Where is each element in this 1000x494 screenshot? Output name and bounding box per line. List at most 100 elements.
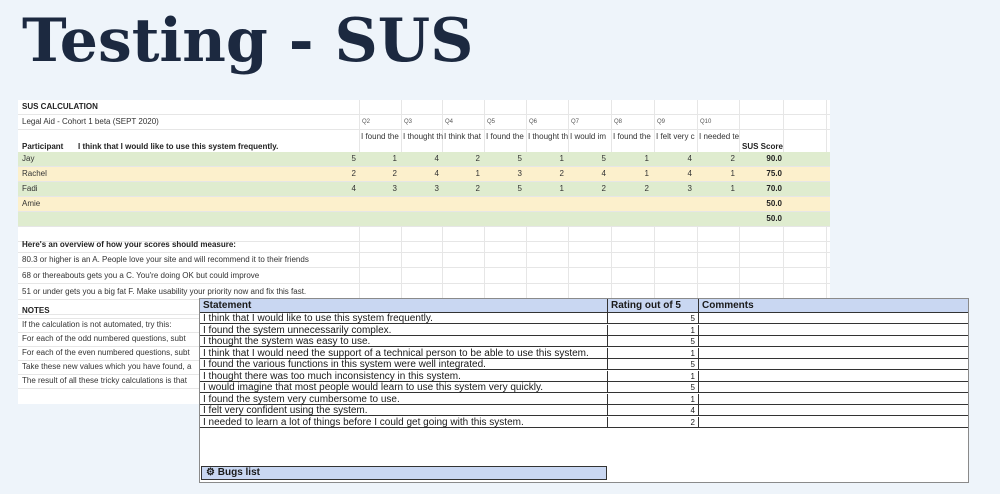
rating-cell[interactable]: 5 bbox=[608, 313, 699, 324]
rating-cell[interactable]: 1 bbox=[526, 152, 564, 166]
sus-score[interactable]: 50.0 bbox=[742, 212, 782, 226]
comments-cell[interactable] bbox=[699, 394, 968, 405]
rating-cell[interactable]: 4 bbox=[654, 167, 692, 181]
rating-cell[interactable]: 5 bbox=[608, 382, 699, 393]
rating-cell[interactable]: 1 bbox=[611, 167, 649, 181]
rating-cell[interactable]: 2 bbox=[442, 152, 480, 166]
rating-cell[interactable] bbox=[484, 197, 522, 211]
rating-header[interactable]: Rating out of 5 bbox=[608, 299, 699, 313]
rating-cell[interactable] bbox=[654, 212, 692, 226]
rating-cell[interactable]: 1 bbox=[697, 182, 735, 196]
rating-cell[interactable]: 5 bbox=[608, 359, 699, 370]
rating-cell[interactable] bbox=[568, 197, 606, 211]
question-code[interactable]: Q5 bbox=[487, 115, 527, 129]
rating-cell[interactable]: 4 bbox=[654, 152, 692, 166]
notes-line[interactable]: The result of all these tricky calculati… bbox=[22, 374, 192, 388]
rating-cell[interactable]: 2 bbox=[608, 416, 699, 428]
question-code[interactable]: Q8 bbox=[614, 115, 654, 129]
participant-name[interactable] bbox=[22, 212, 82, 226]
rating-cell[interactable]: 3 bbox=[654, 182, 692, 196]
rating-cell[interactable] bbox=[526, 212, 564, 226]
statement-cell[interactable]: I would imagine that most people would l… bbox=[200, 382, 608, 393]
rating-cell[interactable] bbox=[318, 212, 356, 226]
rating-cell[interactable]: 4 bbox=[568, 167, 606, 181]
rating-cell[interactable]: 2 bbox=[568, 182, 606, 196]
overview-line[interactable]: 68 or thereabouts gets you a C. You're d… bbox=[22, 269, 522, 283]
bugs-list-header[interactable]: ⚙ Bugs list bbox=[201, 466, 607, 480]
comments-cell[interactable] bbox=[699, 348, 968, 359]
rating-cell[interactable]: 4 bbox=[318, 182, 356, 196]
rating-cell[interactable] bbox=[568, 212, 606, 226]
rating-cell[interactable]: 5 bbox=[568, 152, 606, 166]
comments-cell[interactable] bbox=[699, 359, 968, 370]
statement-header[interactable]: Statement bbox=[200, 299, 608, 313]
comments-cell[interactable] bbox=[699, 313, 968, 324]
rating-cell[interactable]: 5 bbox=[608, 336, 699, 347]
sus-score[interactable]: 90.0 bbox=[742, 152, 782, 166]
rating-cell[interactable] bbox=[359, 197, 397, 211]
statement-cell[interactable]: I needed to learn a lot of things before… bbox=[200, 416, 608, 428]
rating-cell[interactable] bbox=[318, 197, 356, 211]
overview-line[interactable]: 51 or under gets you a big fat F. Make u… bbox=[22, 285, 522, 299]
rating-cell[interactable]: 4 bbox=[401, 152, 439, 166]
participant-name[interactable]: Fadi bbox=[22, 182, 82, 196]
rating-cell[interactable] bbox=[697, 212, 735, 226]
question-code[interactable]: Q4 bbox=[445, 115, 485, 129]
rating-cell[interactable] bbox=[401, 212, 439, 226]
rating-cell[interactable]: 4 bbox=[608, 405, 699, 416]
rating-cell[interactable]: 2 bbox=[697, 152, 735, 166]
participant-name[interactable]: Jay bbox=[22, 152, 82, 166]
statement-cell[interactable]: I thought the system was easy to use. bbox=[200, 336, 608, 347]
rating-cell[interactable]: 2 bbox=[359, 167, 397, 181]
rating-cell[interactable]: 1 bbox=[359, 152, 397, 166]
rating-cell[interactable]: 1 bbox=[697, 167, 735, 181]
notes-line[interactable]: Take these new values which you have fou… bbox=[22, 360, 192, 374]
sus-score[interactable]: 70.0 bbox=[742, 182, 782, 196]
rating-cell[interactable]: 3 bbox=[401, 182, 439, 196]
rating-cell[interactable]: 5 bbox=[318, 152, 356, 166]
rating-cell[interactable]: 1 bbox=[608, 393, 699, 405]
rating-cell[interactable] bbox=[442, 212, 480, 226]
rating-cell[interactable]: 3 bbox=[484, 167, 522, 181]
question-code[interactable]: Q7 bbox=[571, 115, 611, 129]
statement-cell[interactable]: I found the system very cumbersome to us… bbox=[200, 393, 608, 405]
rating-cell[interactable] bbox=[401, 197, 439, 211]
notes-line[interactable]: For each of the even numbered questions,… bbox=[22, 346, 192, 360]
rating-cell[interactable]: 1 bbox=[608, 324, 699, 336]
rating-cell[interactable]: 3 bbox=[359, 182, 397, 196]
rating-cell[interactable] bbox=[611, 212, 649, 226]
comments-header[interactable]: Comments bbox=[699, 299, 968, 313]
rating-cell[interactable]: 4 bbox=[401, 167, 439, 181]
statement-cell[interactable]: I found the system unnecessarily complex… bbox=[200, 324, 608, 336]
participant-name[interactable]: Amie bbox=[22, 197, 82, 211]
rating-cell[interactable]: 1 bbox=[608, 347, 699, 359]
statement-cell[interactable]: I think that I would like to use this sy… bbox=[200, 313, 608, 324]
statement-cell[interactable]: I thought there was too much inconsisten… bbox=[200, 370, 608, 382]
rating-cell[interactable]: 1 bbox=[611, 152, 649, 166]
comments-cell[interactable] bbox=[699, 336, 968, 347]
rating-cell[interactable] bbox=[359, 212, 397, 226]
participant-name[interactable]: Rachel bbox=[22, 167, 82, 181]
comments-cell[interactable] bbox=[699, 371, 968, 382]
rating-cell[interactable] bbox=[654, 197, 692, 211]
comments-cell[interactable] bbox=[699, 325, 968, 336]
comments-cell[interactable] bbox=[699, 417, 968, 428]
rating-cell[interactable] bbox=[484, 212, 522, 226]
question-code[interactable]: Q10 bbox=[700, 115, 740, 129]
question-code[interactable]: Q3 bbox=[404, 115, 444, 129]
statement-cell[interactable]: I think that I would need the support of… bbox=[200, 347, 608, 359]
rating-cell[interactable]: 2 bbox=[611, 182, 649, 196]
statement-cell[interactable]: I felt very confident using the system. bbox=[200, 405, 608, 416]
comments-cell[interactable] bbox=[699, 405, 968, 416]
overview-heading[interactable]: Here's an overview of how your scores sh… bbox=[22, 238, 422, 252]
rating-cell[interactable]: 2 bbox=[318, 167, 356, 181]
sheet-subheading[interactable]: Legal Aid - Cohort 1 beta (SEPT 2020) bbox=[22, 115, 322, 129]
question-code[interactable]: Q2 bbox=[362, 115, 402, 129]
sus-score[interactable]: 75.0 bbox=[742, 167, 782, 181]
rating-cell[interactable]: 1 bbox=[608, 370, 699, 382]
comments-cell[interactable] bbox=[699, 382, 968, 393]
rating-cell[interactable]: 2 bbox=[526, 167, 564, 181]
notes-line[interactable]: If the calculation is not automated, try… bbox=[22, 318, 192, 332]
notes-heading[interactable]: NOTES bbox=[22, 304, 122, 318]
rating-cell[interactable] bbox=[611, 197, 649, 211]
